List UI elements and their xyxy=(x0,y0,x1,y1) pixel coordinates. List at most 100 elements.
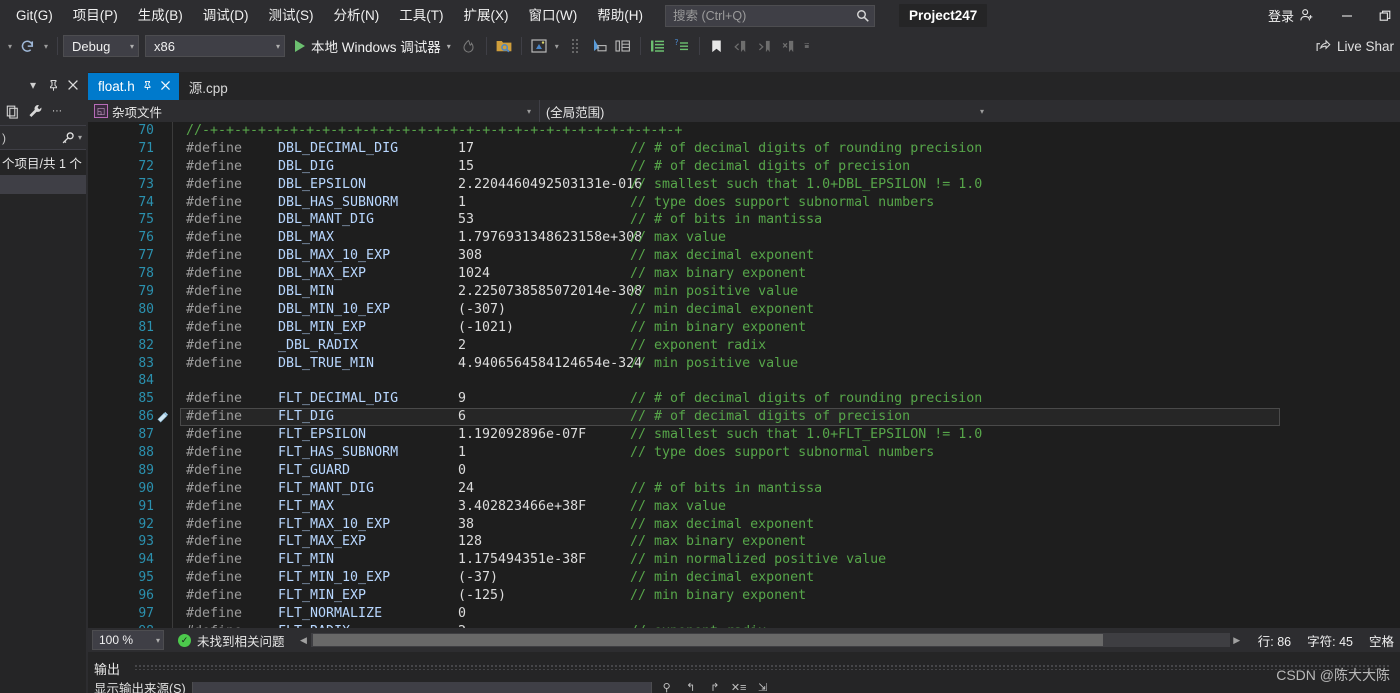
code-line[interactable]: 76 #define DBL_MAX 1.7976931348623158e+308/… xyxy=(88,229,1400,247)
scroll-left-arrow-icon[interactable]: ◀ xyxy=(297,635,311,646)
search-input[interactable] xyxy=(672,8,856,23)
code-line[interactable]: 96 #define FLT_MIN_EXP (-125) // min binary … xyxy=(88,587,1400,605)
redo-dropdown-caret-icon[interactable]: ▾ xyxy=(40,42,52,51)
code-line[interactable]: 88 #define FLT_HAS_SUBNORM 1 // type does su… xyxy=(88,444,1400,462)
copy-properties-icon[interactable] xyxy=(4,103,22,121)
code-line[interactable]: 89 #define FLT_GUARD 0 xyxy=(88,462,1400,480)
code-line[interactable]: 90 #define FLT_MANT_DIG 24 // # of bits in m… xyxy=(88,480,1400,498)
quick-actions-screwdriver-icon[interactable] xyxy=(156,410,170,424)
select-window-caret-icon[interactable]: ▾ xyxy=(551,42,563,51)
member-scope-select[interactable]: (全局范围) ▾ xyxy=(540,100,992,122)
chevron-down-icon: ▾ xyxy=(155,635,160,645)
select-window-button[interactable] xyxy=(527,34,551,58)
issue-status[interactable]: ✓ 未找到相关问题 xyxy=(178,631,285,650)
code-comment: // min positive value xyxy=(630,284,799,300)
code-line[interactable]: 71 #define DBL_DECIMAL_DIG 17 // # of decima… xyxy=(88,140,1400,158)
undo-dropdown-caret-icon[interactable]: ▾ xyxy=(4,42,16,51)
output-clear-icon[interactable]: ✕≡ xyxy=(730,682,748,693)
code-line[interactable]: 81 #define DBL_MIN_EXP (-1021) // min binary… xyxy=(88,319,1400,337)
code-line[interactable]: 77 #define DBL_MAX_10_EXP 308 // max decimal… xyxy=(88,247,1400,265)
menu-item-window[interactable]: 窗口(W) xyxy=(519,0,588,31)
bookmark-icon xyxy=(712,39,722,52)
menu-item-tools[interactable]: 工具(T) xyxy=(389,0,453,31)
code-line[interactable]: 72 #define DBL_DIG 15 // # of decimal digits… xyxy=(88,158,1400,176)
layout-tree-button[interactable] xyxy=(611,34,635,58)
output-next-icon[interactable]: ↱ xyxy=(706,682,724,693)
solution-tree-selected-row[interactable] xyxy=(0,175,86,194)
code-line[interactable]: 91 #define FLT_MAX 3.402823466e+38F // max v… xyxy=(88,498,1400,516)
code-line[interactable]: 85 #define FLT_DECIMAL_DIG 9 // # of decimal… xyxy=(88,390,1400,408)
select-element-button[interactable] xyxy=(587,34,611,58)
tab-source-cpp[interactable]: 源.cpp xyxy=(179,73,236,100)
code-line[interactable]: 86 #define FLT_DIG 6 // # of decimal digits … xyxy=(88,408,1400,427)
menu-item-git[interactable]: Git(G) xyxy=(6,0,63,31)
zoom-level-select[interactable]: 100 % ▾ xyxy=(92,630,164,650)
tab-pin-icon[interactable] xyxy=(142,80,153,94)
tab-float-h[interactable]: float.h xyxy=(88,73,179,100)
hot-reload-button[interactable] xyxy=(457,34,481,58)
menu-item-debug[interactable]: 调试(D) xyxy=(193,0,259,31)
redo-button[interactable] xyxy=(16,34,40,58)
code-line[interactable]: 84 xyxy=(88,372,1400,390)
code-line[interactable]: 83 #define DBL_TRUE_MIN 4.9406564584124654e… xyxy=(88,355,1400,373)
start-debugging-button[interactable]: 本地 Windows 调试器 ▾ xyxy=(291,36,457,56)
clear-bookmarks-button[interactable] xyxy=(777,34,801,58)
close-icon[interactable] xyxy=(64,76,82,94)
code-line[interactable]: 79 #define DBL_MIN 2.2250738585072014e-308/… xyxy=(88,283,1400,301)
chevron-down-icon[interactable]: ▾ xyxy=(78,133,82,142)
tab-close-icon[interactable] xyxy=(160,80,171,94)
quick-search-box[interactable] xyxy=(664,4,875,27)
code-line[interactable]: 95 #define FLT_MIN_10_EXP (-37) // min decim… xyxy=(88,569,1400,587)
next-bookmark-button[interactable] xyxy=(753,34,777,58)
code-line[interactable]: 75 #define DBL_MANT_DIG 53 // # of bits in m… xyxy=(88,211,1400,229)
menu-item-test[interactable]: 测试(S) xyxy=(259,0,324,31)
pin-icon[interactable] xyxy=(44,76,62,94)
code-line[interactable]: 93 #define FLT_MAX_EXP 128 // max binary exp… xyxy=(88,533,1400,551)
toolbar-overflow-icon[interactable]: ⋯ xyxy=(48,103,66,121)
menu-item-project[interactable]: 项目(P) xyxy=(63,0,128,31)
comment-lines-button[interactable]: ? xyxy=(670,34,694,58)
menu-item-extensions[interactable]: 扩展(X) xyxy=(454,0,519,31)
properties-wrench-icon[interactable] xyxy=(26,103,44,121)
solution-explorer-search[interactable]: ) ▾ xyxy=(0,126,86,150)
menu-item-analyze[interactable]: 分析(N) xyxy=(324,0,390,31)
drag-dots-handle[interactable] xyxy=(563,34,587,58)
menu-item-help[interactable]: 帮助(H) xyxy=(587,0,653,31)
code-line[interactable]: 78 #define DBL_MAX_EXP 1024 // max binary ex… xyxy=(88,265,1400,283)
code-line[interactable]: 70 //-+-+-+-+-+-+-+-+-+-+-+-+-+-+-+-+-+-+… xyxy=(88,122,1400,140)
indent-lines-button[interactable] xyxy=(646,34,670,58)
code-editor[interactable]: 70 //-+-+-+-+-+-+-+-+-+-+-+-+-+-+-+-+-+-+… xyxy=(88,122,1400,628)
code-line[interactable]: 87 #define FLT_EPSILON 1.192092896e-07F // s… xyxy=(88,426,1400,444)
live-share-button[interactable]: Live Shar xyxy=(1315,38,1400,54)
restore-window-button[interactable] xyxy=(1370,0,1400,31)
chevron-down-icon: ▾ xyxy=(129,41,134,51)
project-scope-select[interactable]: ◱ 杂项文件 ▾ xyxy=(88,100,540,122)
code-line[interactable]: 73 #define DBL_EPSILON 2.2204460492503131e-… xyxy=(88,176,1400,194)
output-wordwrap-icon[interactable]: ⇲ xyxy=(754,682,772,693)
attach-to-process-button[interactable] xyxy=(492,34,516,58)
code-line[interactable]: 92 #define FLT_MAX_10_EXP 38 // max decimal … xyxy=(88,516,1400,534)
caret-position-info: 行: 86 字符: 45 空格 xyxy=(1244,631,1400,650)
horizontal-scrollbar[interactable]: ◀ ▶ xyxy=(297,632,1244,648)
code-line[interactable]: 80 #define DBL_MIN_10_EXP (-307) // min deci… xyxy=(88,301,1400,319)
toolbar-overflow-caret-icon[interactable]: ⩸ xyxy=(801,41,813,51)
code-line[interactable]: 82 #define _DBL_RADIX 2 // exponent radix xyxy=(88,337,1400,355)
code-line[interactable]: 94 #define FLT_MIN 1.175494351e-38F // min n… xyxy=(88,551,1400,569)
output-search-icon[interactable]: ⚲ xyxy=(658,682,676,693)
code-line[interactable]: 74 #define DBL_HAS_SUBNORM 1 // type does su… xyxy=(88,194,1400,212)
solution-platform-select[interactable]: x86 ▾ xyxy=(145,35,285,57)
output-source-select[interactable] xyxy=(191,682,652,693)
menu-item-build[interactable]: 生成(B) xyxy=(128,0,193,31)
code-line[interactable]: 97 #define FLT_NORMALIZE 0 xyxy=(88,605,1400,623)
previous-bookmark-button[interactable] xyxy=(729,34,753,58)
solution-configuration-select[interactable]: Debug ▾ xyxy=(63,35,139,57)
scrollbar-track[interactable] xyxy=(310,633,1230,647)
scrollbar-thumb[interactable] xyxy=(312,634,1103,646)
toggle-bookmark-button[interactable] xyxy=(705,34,729,58)
scroll-right-arrow-icon[interactable]: ▶ xyxy=(1230,635,1244,646)
minimize-window-button[interactable] xyxy=(1324,0,1370,31)
panel-chevron-down-icon[interactable]: ▾ xyxy=(24,76,42,94)
sign-in-button[interactable]: 登录 xyxy=(1258,6,1324,25)
output-panel-drag-grip[interactable] xyxy=(134,664,1390,670)
output-prev-icon[interactable]: ↰ xyxy=(682,682,700,693)
